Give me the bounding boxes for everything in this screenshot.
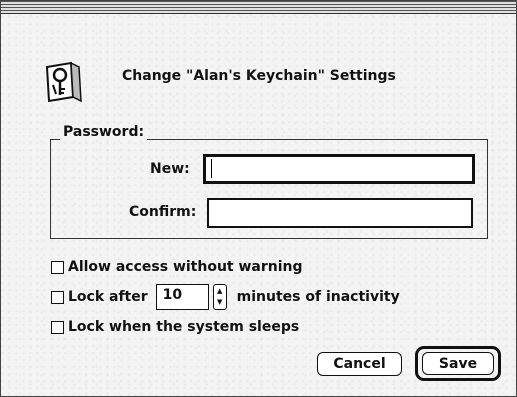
text-cursor [211, 159, 212, 178]
confirm-password-label: Confirm: [129, 204, 197, 220]
stepper-down-arrow-icon[interactable]: ▼ [217, 298, 222, 306]
lock-on-sleep-option[interactable]: Lock when the system sleeps [51, 319, 299, 335]
lock-after-label[interactable]: Lock after [68, 289, 148, 305]
stepper-up-arrow-icon[interactable]: ▲ [217, 288, 222, 295]
lock-on-sleep-checkbox[interactable] [51, 320, 64, 334]
cancel-button[interactable]: Cancel [317, 352, 402, 376]
minutes-stepper[interactable]: ▲ ▼ [212, 284, 227, 310]
confirm-password-field[interactable] [207, 198, 473, 228]
lock-after-checkbox[interactable] [51, 290, 64, 304]
password-group-label: Password: [60, 124, 148, 140]
keychain-settings-dialog: Change "Alan's Keychain" Settings Passwo… [0, 0, 517, 397]
keychain-icon [43, 61, 83, 105]
allow-access-option[interactable]: Allow access without warning [51, 259, 303, 275]
new-password-label: New: [150, 161, 190, 177]
new-password-field[interactable] [203, 154, 475, 184]
lock-on-sleep-label[interactable]: Lock when the system sleeps [68, 319, 299, 335]
lock-after-option: Lock after 10 ▲ ▼ minutes of inactivity [51, 284, 400, 310]
save-button[interactable]: Save [422, 352, 494, 375]
allow-access-checkbox[interactable] [51, 260, 64, 274]
allow-access-label[interactable]: Allow access without warning [68, 259, 303, 275]
minutes-input[interactable]: 10 [155, 284, 209, 310]
window-title-bar[interactable] [1, 1, 516, 14]
minutes-of-inactivity-label: minutes of inactivity [236, 289, 400, 305]
dialog-title: Change "Alan's Keychain" Settings [122, 68, 396, 84]
